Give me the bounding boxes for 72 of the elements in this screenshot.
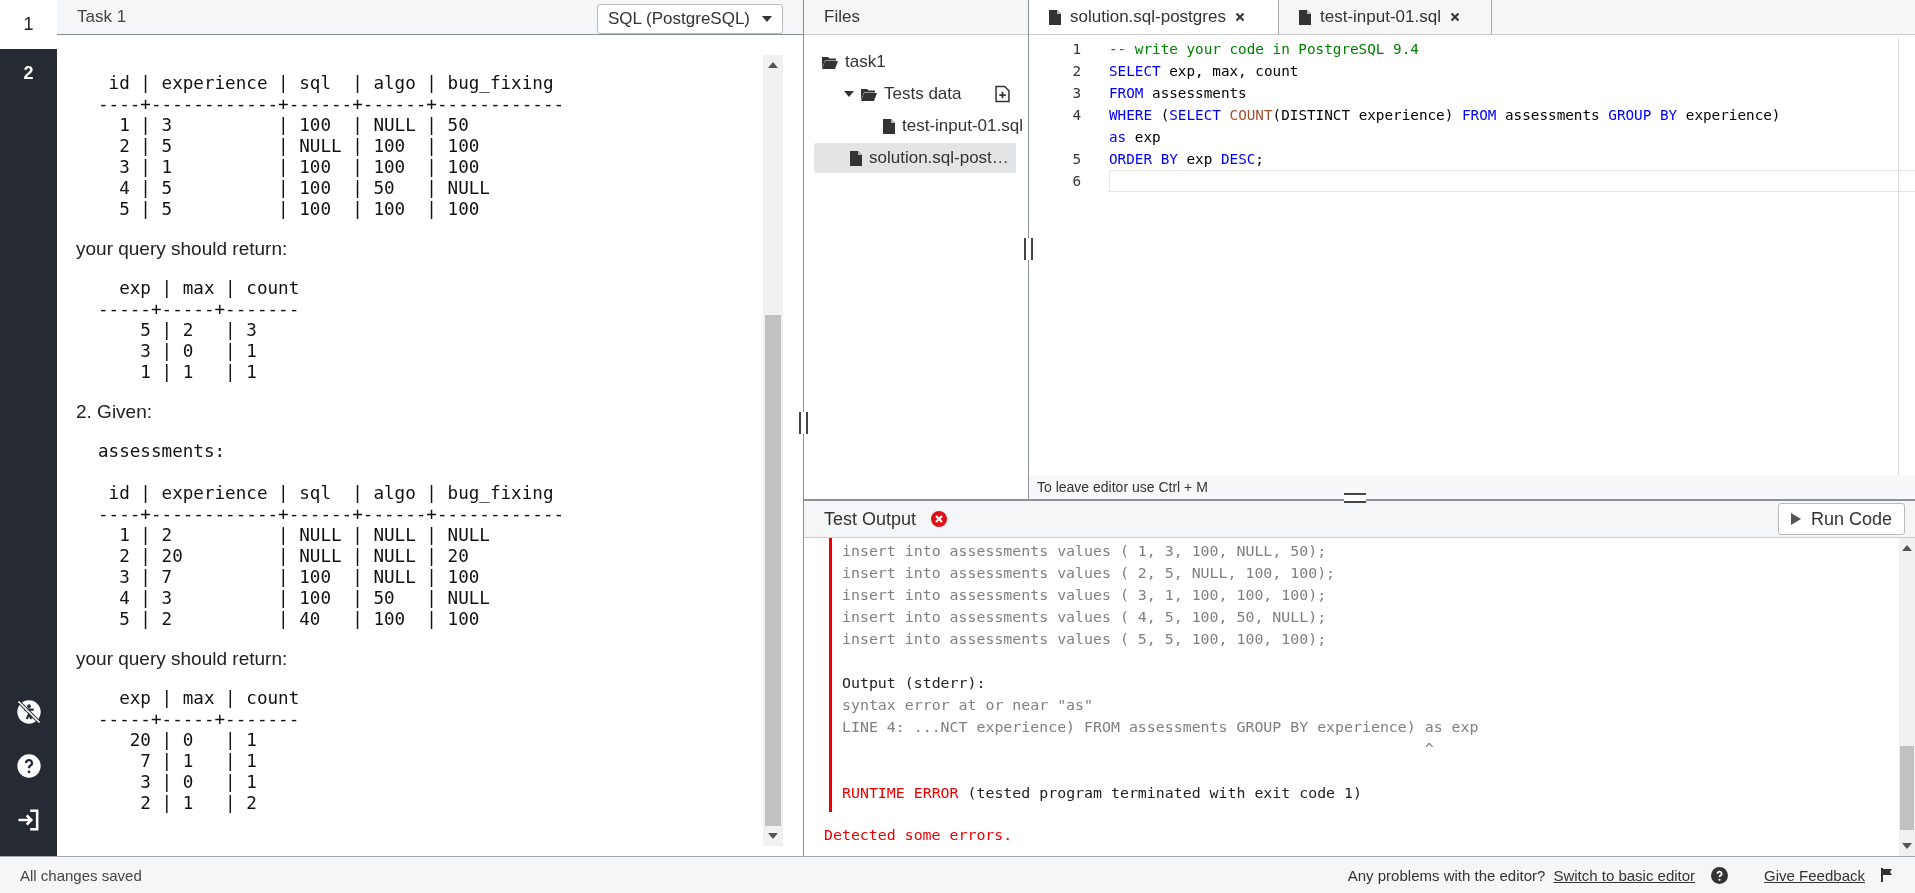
ascii-table: exp | max | count -----+-----+------- 5 | 2 | 3 3 | 0 | 1 1 | 1 | 1 [76,278,300,383]
scrollbar[interactable] [1899,538,1915,856]
output-line: insert into assessments values ( 1, 3, 100, NULL, 50); [842,541,1328,562]
tree-item[interactable]: test-input-01.sql [814,111,1029,141]
test-output-title: Test Output [824,508,917,530]
tree-item[interactable]: Tests data [814,79,1016,109]
code-line: SELECT exp, max, count [1109,62,1299,81]
output-line: ^ [1423,739,1435,760]
editor-tab[interactable]: test-input-01.sql [1279,0,1492,34]
task-text: your query should return: [76,238,288,260]
line-number: 2 [1071,62,1082,81]
output-heading: Output (stderr): [842,673,987,694]
play-icon[interactable] [1790,513,1801,525]
result-summary: Detected some errors. [824,826,1013,844]
output-line: LINE 4: ...NCT experience) FROM assessments GROUP BY experience) as exp [842,717,1480,738]
file-icon [1049,9,1061,25]
resize-handle[interactable] [799,412,808,434]
close-icon[interactable] [1449,12,1460,22]
scroll-down-icon[interactable] [1902,843,1912,849]
output-line: insert into assessments values ( 4, 5, 100, 50, NULL); [842,607,1328,628]
output-line: insert into assessments values ( 2, 5, NULL, 100, 100); [842,563,1337,584]
run-code-button[interactable]: Run Code [1777,503,1905,535]
switch-editor-link[interactable]: Switch to basic editor [1553,866,1696,884]
language-dropdown[interactable]: SQL (PostgreSQL) [597,4,783,34]
code-line: FROM assessments [1109,84,1247,103]
save-status: All changes saved [20,866,142,884]
code-line: ORDER BY exp DESC; [1109,150,1264,169]
help-icon[interactable] [1711,866,1729,884]
flag-icon[interactable] [1881,868,1893,882]
ascii-table: exp | max | count -----+-----+------- 20 | 0 | 1 7 | 1 | 1 3 | 0 | 1 2 | 1 | 2 [76,688,300,814]
editor-tab[interactable]: solution.sql-postgres [1029,0,1279,34]
output-line: syntax error at or near "as" [842,695,1095,716]
files-title: Files [824,7,860,27]
line-number: 4 [1071,106,1082,125]
resize-handle[interactable] [1024,238,1033,260]
line-number: 3 [1071,84,1082,103]
add-file-icon[interactable] [995,85,1010,103]
table-name: assessments: [97,441,226,462]
resize-handle[interactable] [1344,493,1366,503]
editor-hint: To leave editor use Ctrl + M [1029,475,1915,499]
scroll-up-icon[interactable] [768,62,778,68]
task-tab[interactable]: 1 [0,0,57,49]
give-feedback-link[interactable]: Give Feedback [1764,866,1865,884]
output-line: insert into assessments values ( 3, 1, 100, 100, 100); [842,585,1328,606]
line-number: 1 [1071,40,1082,59]
task-text: your query should return: [76,648,288,670]
code-line: -- write your code in PostgreSQL 9.4 [1109,40,1419,59]
file-icon [1299,9,1311,25]
help-icon[interactable] [14,752,43,780]
editor-problems-question: Any problems with the editor? [1347,866,1546,884]
close-icon[interactable] [1234,12,1245,22]
file-icon [850,150,862,166]
line-number: 6 [1071,172,1082,191]
ascii-table: id | experience | sql | algo | bug_fixing ----+------------+------+------+------------ 1 | 3 | 100 | NULL | 50 2 | 5 | NULL | 100 | 100 3 | 1 | 100 | 100 | 100 4 | 5 | 100 | 50 | NULL 5 | 5 | 100 | 100 | 100 [76,73,565,220]
tree-item[interactable]: solution.sql-post… [814,143,1016,173]
ascii-table: id | experience | sql | algo | bug_fixing ----+------------+------+------+------------ 1 | 2 | NULL | NULL | NULL 2 | 20 | NULL | NULL | 20 3 | 7 | 100 | NULL | 100 4 | 3 | 100 | 50 | NULL 5 | 2 | 40 | 100 | 100 [76,483,565,630]
task-text: 2. Given: [76,401,153,423]
scroll-thumb[interactable] [765,315,781,826]
task-title: Task 1 [77,7,127,27]
tree-item[interactable]: task1 [814,47,1016,77]
caret-down-icon[interactable] [762,16,772,22]
accessibility-icon[interactable] [14,698,43,726]
runtime-error-message: RUNTIME ERROR (tested program terminated with exit code 1) [842,783,1363,804]
task-tab[interactable]: 2 [0,49,57,98]
scroll-down-icon[interactable] [768,833,778,839]
scroll-up-icon[interactable] [1902,545,1912,551]
line-number: 5 [1071,150,1082,169]
scrollbar[interactable] [763,55,783,846]
caret-down-icon[interactable] [844,91,854,97]
file-icon [883,118,895,134]
scroll-thumb[interactable] [1900,746,1914,830]
output-line: insert into assessments values ( 5, 5, 100, 100, 100); [842,629,1328,650]
